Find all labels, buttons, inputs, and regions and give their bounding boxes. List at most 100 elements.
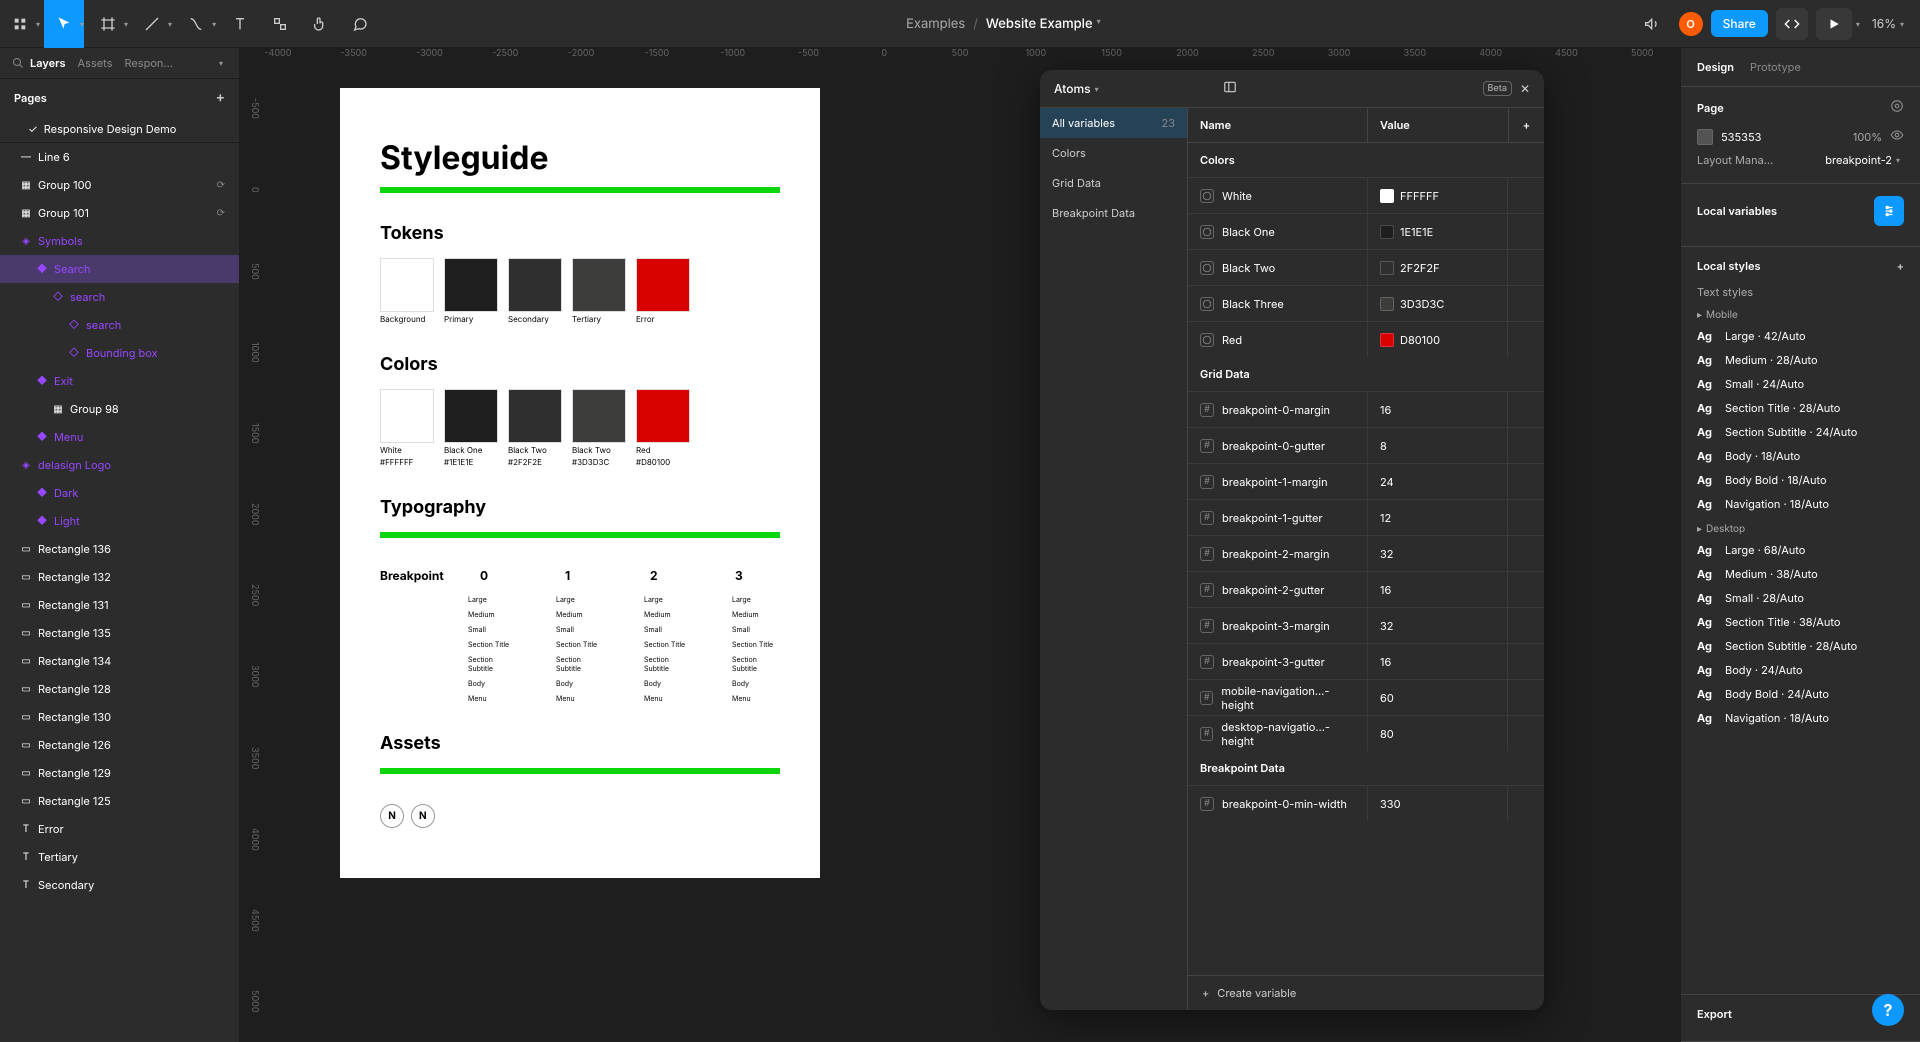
chevron-down-icon[interactable]: ▾ [1095,84,1099,94]
variable-row[interactable]: #breakpoint-3-gutter16 [1188,643,1544,679]
variables-collection-name[interactable]: Atoms [1054,81,1091,96]
present-button[interactable] [1816,8,1852,40]
chevron-down-icon[interactable]: ▾ [1900,19,1904,29]
variable-row[interactable]: Black Three3D3D3C [1188,285,1544,321]
text-style-row[interactable]: AgMedium · 38/Auto [1697,563,1904,585]
layout-manager-value[interactable]: breakpoint-2 [1825,153,1892,167]
style-group-header[interactable]: ▸Desktop [1697,517,1904,537]
frame-tool[interactable] [88,0,128,48]
layer-row[interactable]: ◇search [0,311,239,339]
text-style-row[interactable]: AgSection Title · 28/Auto [1697,397,1904,419]
text-style-row[interactable]: AgSection Title · 38/Auto [1697,611,1904,633]
left-panel-tab[interactable]: Layers [30,56,66,70]
variable-row[interactable]: #breakpoint-1-margin24 [1188,463,1544,499]
chevron-down-icon[interactable]: ▾ [36,19,40,29]
add-mode-button[interactable]: + [1508,108,1544,142]
text-style-row[interactable]: AgSmall · 28/Auto [1697,587,1904,609]
variables-footer[interactable]: + Create variable [1188,975,1544,1010]
variable-row[interactable]: Black One1E1E1E [1188,213,1544,249]
breadcrumb-file[interactable]: Website Example [986,16,1093,32]
left-panel-tab[interactable]: Assets [78,56,113,70]
chevron-down-icon[interactable]: ▾ [212,19,216,29]
left-panel-tab[interactable]: Respon… [124,56,172,70]
text-style-row[interactable]: AgBody · 24/Auto [1697,659,1904,681]
layer-row[interactable]: ▭Rectangle 135 [0,619,239,647]
variable-row[interactable]: #breakpoint-1-gutter12 [1188,499,1544,535]
variable-row[interactable]: #breakpoint-0-gutter8 [1188,427,1544,463]
layer-row[interactable]: ▭Rectangle 130 [0,703,239,731]
text-style-row[interactable]: AgSection Subtitle · 24/Auto [1697,421,1904,443]
settings-icon[interactable] [1890,99,1904,116]
text-style-row[interactable]: AgBody Bold · 18/Auto [1697,469,1904,491]
layer-row[interactable]: ▦Group 100⟳ [0,171,239,199]
text-style-row[interactable]: AgSection Subtitle · 28/Auto [1697,635,1904,657]
variable-row[interactable]: #breakpoint-2-margin32 [1188,535,1544,571]
variables-sidebar-item[interactable]: Grid Data [1040,168,1187,198]
visibility-icon[interactable] [1890,128,1904,145]
share-button[interactable]: Share [1711,10,1768,37]
page-bg-swatch[interactable] [1697,129,1713,145]
chevron-down-icon[interactable]: ▾ [1856,19,1860,29]
layer-row[interactable]: TError [0,815,239,843]
text-style-row[interactable]: AgLarge · 42/Auto [1697,325,1904,347]
variable-row[interactable]: #breakpoint-0-margin16 [1188,391,1544,427]
breadcrumb-project[interactable]: Examples [906,16,965,32]
open-variables-button[interactable] [1874,196,1904,226]
chevron-down-icon[interactable]: ▾ [219,58,223,68]
resources-tool[interactable] [260,0,300,48]
hand-tool[interactable] [300,0,340,48]
layer-row[interactable]: ▦Group 98 [0,395,239,423]
variable-row[interactable]: WhiteFFFFFF [1188,177,1544,213]
move-tool[interactable] [44,0,84,48]
chevron-down-icon[interactable]: ▾ [1896,155,1900,165]
main-menu-button[interactable] [0,0,40,48]
text-style-row[interactable]: AgBody Bold · 24/Auto [1697,683,1904,705]
add-style-button[interactable]: + [1897,259,1904,273]
text-style-row[interactable]: AgMedium · 28/Auto [1697,349,1904,371]
layer-row[interactable]: TSecondary [0,871,239,899]
layer-row[interactable]: ▭Rectangle 136 [0,535,239,563]
variables-sidebar-item[interactable]: All variables23 [1040,108,1187,138]
layer-row[interactable]: ◇Bounding box [0,339,239,367]
text-style-row[interactable]: AgLarge · 68/Auto [1697,539,1904,561]
chevron-down-icon[interactable]: ▾ [80,19,84,29]
canvas[interactable]: -4000-3500-3000-2500-2000-1500-1000-5000… [240,48,1680,1042]
layer-row[interactable]: ◈delasign Logo [0,451,239,479]
right-panel-tab[interactable]: Design [1697,60,1734,74]
add-page-button[interactable]: + [216,89,225,106]
layer-row[interactable]: ◆Dark [0,479,239,507]
text-style-row[interactable]: AgNavigation · 18/Auto [1697,493,1904,515]
search-icon[interactable] [12,57,24,69]
variable-row[interactable]: #breakpoint-2-gutter16 [1188,571,1544,607]
layer-row[interactable]: —Line 6 [0,143,239,171]
layer-row[interactable]: ▭Rectangle 129 [0,759,239,787]
variable-row[interactable]: RedD80100 [1188,321,1544,357]
zoom-level[interactable]: 16% [1872,16,1896,31]
text-style-row[interactable]: AgBody · 18/Auto [1697,445,1904,467]
page-row[interactable]: ✓ Responsive Design Demo [0,116,239,143]
variables-sidebar-item[interactable]: Breakpoint Data [1040,198,1187,228]
variables-sidebar-item[interactable]: Colors [1040,138,1187,168]
variable-row[interactable]: #mobile-navigation…-height60 [1188,679,1544,715]
pen-tool[interactable] [132,0,172,48]
variable-row[interactable]: #desktop-navigatio…-height80 [1188,715,1544,751]
variable-row[interactable]: Black Two2F2F2F [1188,249,1544,285]
variable-row[interactable]: #breakpoint-0-min-width330 [1188,785,1544,821]
page-bg-hex[interactable]: 535353 [1721,130,1761,144]
style-group-header[interactable]: ▸Mobile [1697,303,1904,323]
dev-mode-button[interactable] [1776,8,1808,40]
layer-row[interactable]: ◈Symbols [0,227,239,255]
text-tool[interactable] [220,0,260,48]
chevron-down-icon[interactable]: ▾ [168,19,172,29]
text-style-row[interactable]: AgSmall · 24/Auto [1697,373,1904,395]
layer-row[interactable]: ◆Light [0,507,239,535]
close-icon[interactable]: ✕ [1520,81,1530,96]
text-style-row[interactable]: AgNavigation · 18/Auto [1697,707,1904,729]
layer-row[interactable]: ▭Rectangle 125 [0,787,239,815]
audio-button[interactable] [1631,0,1671,48]
layer-row[interactable]: ◆Search [0,255,239,283]
layer-row[interactable]: ▭Rectangle 126 [0,731,239,759]
page-bg-opacity[interactable]: 100% [1853,130,1882,144]
layer-row[interactable]: ▦Group 101⟳ [0,199,239,227]
layer-row[interactable]: ▭Rectangle 131 [0,591,239,619]
